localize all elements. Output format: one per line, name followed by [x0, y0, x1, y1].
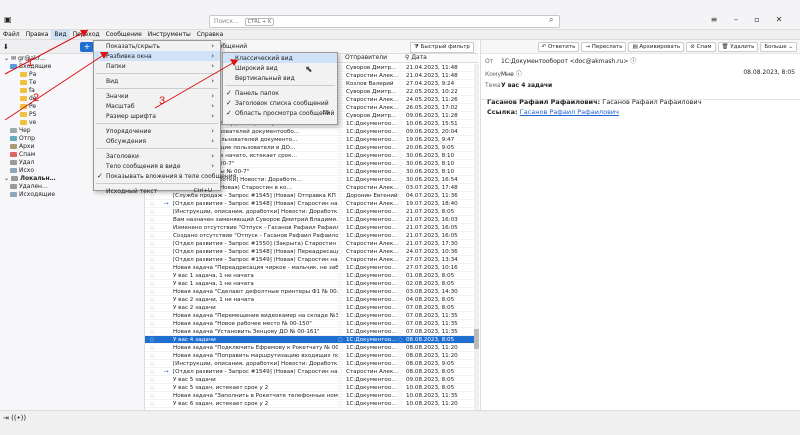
annotation-overlay: 1 2 3 ⬉ [4, 29, 313, 121]
annotation-1: 1 [27, 57, 33, 69]
annotation-3: 3 [159, 95, 165, 107]
annotation-2: 2 [33, 92, 39, 104]
mouse-cursor-icon: ⬉ [305, 65, 313, 75]
